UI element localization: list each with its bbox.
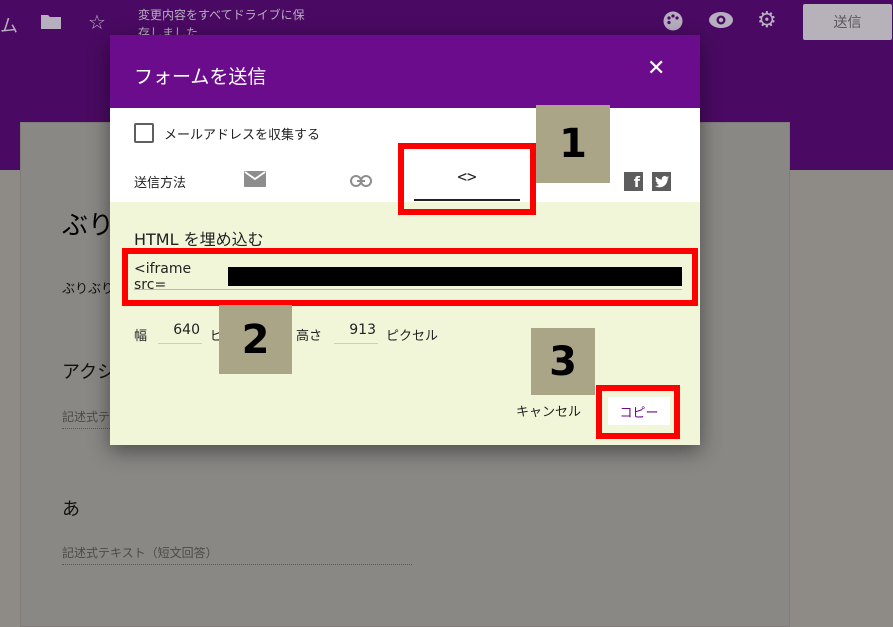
step-badge-1: 1: [536, 105, 610, 183]
collect-email-label: メールアドレスを収集する: [164, 127, 321, 143]
facebook-icon[interactable]: f: [624, 172, 643, 191]
question-title[interactable]: アクシ: [62, 358, 115, 384]
cancel-button[interactable]: キャンセル: [516, 401, 581, 420]
send-method-label: 送信方法: [134, 176, 187, 191]
form-description[interactable]: ぶりぶり: [62, 278, 114, 297]
question-placeholder: 記述式テキスト（短文回答）: [62, 544, 412, 565]
send-button[interactable]: 送信: [803, 4, 892, 40]
width-input[interactable]: 640: [158, 322, 202, 344]
palette-icon[interactable]: [662, 10, 684, 37]
width-label: 幅: [134, 329, 148, 344]
question-title[interactable]: あ: [62, 495, 80, 521]
height-input[interactable]: 913: [334, 322, 378, 344]
step-badge-2: 2: [219, 305, 292, 374]
embed-heading: HTML を埋め込む: [134, 230, 264, 249]
step-badge-3: 3: [531, 328, 595, 395]
gear-icon[interactable]: ⚙: [757, 8, 777, 33]
link-icon[interactable]: [350, 173, 372, 187]
collect-email-row[interactable]: メールアドレスを収集する: [134, 123, 320, 143]
dialog-header: フォームを送信 ✕: [110, 35, 700, 108]
folder-icon[interactable]: [40, 12, 62, 35]
send-form-dialog: フォームを送信 ✕ メールアドレスを収集する 送信方法 <> f HTML を埋…: [110, 35, 700, 445]
form-title[interactable]: ぶり: [62, 205, 114, 242]
star-icon[interactable]: ☆: [88, 10, 106, 34]
close-icon[interactable]: ✕: [647, 57, 665, 81]
app-title-fragment: ム: [0, 16, 18, 37]
mail-icon[interactable]: [244, 171, 266, 187]
dialog-title: フォームを送信: [134, 66, 267, 88]
highlight-copy-button: [596, 385, 680, 439]
eye-icon[interactable]: [708, 10, 734, 34]
highlight-embed-code: [122, 248, 698, 306]
height-unit: ピクセル: [386, 329, 439, 344]
highlight-embed-tab: [398, 143, 536, 215]
twitter-icon[interactable]: [652, 172, 671, 191]
collect-email-checkbox[interactable]: [134, 123, 154, 143]
height-label: 高さ: [296, 329, 323, 344]
